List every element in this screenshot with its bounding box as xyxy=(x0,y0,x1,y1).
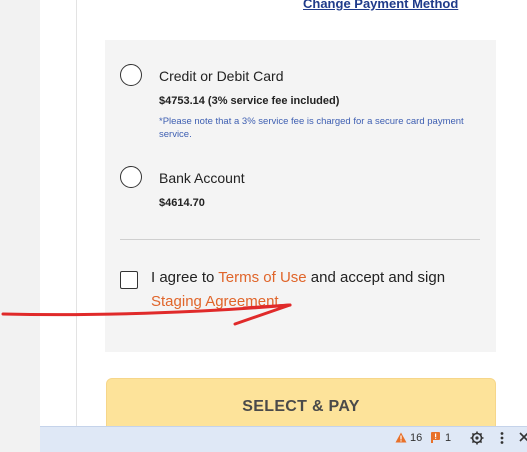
bank-account-radio[interactable] xyxy=(120,166,142,188)
terms-of-use-link[interactable]: Terms of Use xyxy=(218,269,306,286)
gear-icon[interactable] xyxy=(470,431,484,448)
agreement-text-3: . xyxy=(278,293,283,310)
close-icon[interactable] xyxy=(519,431,527,446)
kebab-icon[interactable] xyxy=(500,431,504,448)
credit-card-amount: $4753.14 (3% service fee included) xyxy=(159,95,340,107)
bank-account-label[interactable]: Bank Account xyxy=(159,170,245,186)
agreement-text-2: and accept and sign xyxy=(306,269,446,286)
agreement-text: I agree to Terms of Use and accept and s… xyxy=(151,266,451,314)
credit-card-label[interactable]: Credit or Debit Card xyxy=(159,68,284,84)
credit-card-radio[interactable] xyxy=(120,64,142,86)
agreement-text-1: I agree to xyxy=(151,269,219,286)
service-fee-note: *Please note that a 3% service fee is ch… xyxy=(159,116,464,140)
bank-account-amount: $4614.70 xyxy=(159,197,205,209)
change-payment-method-link[interactable]: Change Payment Method xyxy=(303,0,458,11)
agree-checkbox[interactable] xyxy=(120,271,138,289)
divider xyxy=(120,239,480,240)
warnings-count[interactable]: 16 xyxy=(410,432,422,444)
staging-agreement-link[interactable]: Staging Agreement xyxy=(151,293,279,310)
flag-icon[interactable] xyxy=(431,432,441,446)
issues-count[interactable]: 1 xyxy=(445,432,451,444)
devtools-status-bar: 16 1 xyxy=(40,426,527,452)
warning-icon[interactable] xyxy=(395,432,407,446)
content-border xyxy=(76,0,77,426)
